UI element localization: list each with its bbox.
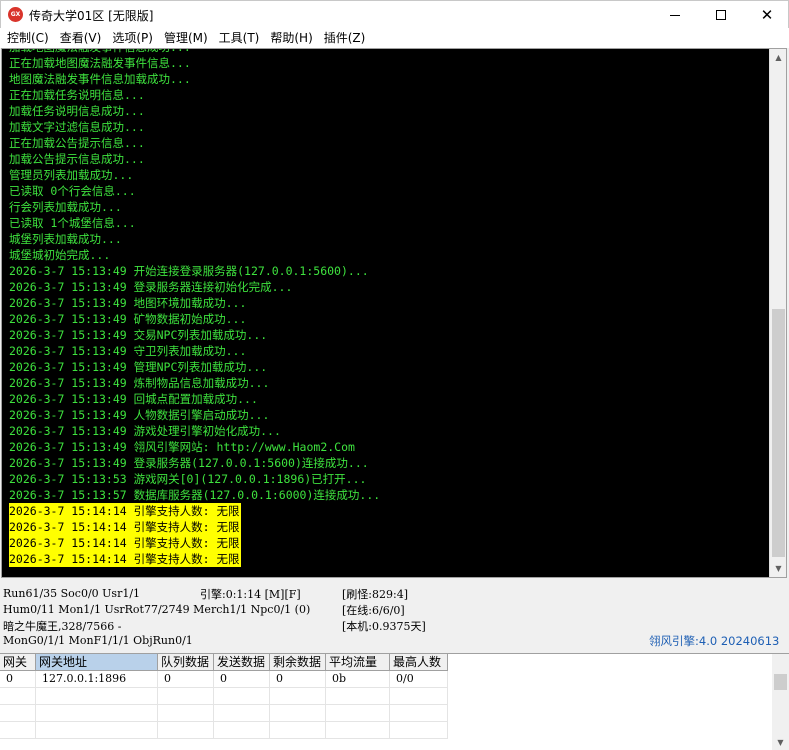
scroll-up-icon[interactable]: ▲ — [770, 49, 786, 66]
status-area: Run61/35 Soc0/0 Usr1/1 引擎:0:1:14 [M][F] … — [0, 580, 789, 652]
menu-help[interactable]: 帮助(H) — [265, 28, 317, 48]
console-line: 2026-3-7 15:13:49 回城点配置加载成功... — [9, 392, 258, 406]
menu-view[interactable]: 查看(V) — [55, 28, 107, 48]
console-line-highlighted: 2026-3-7 15:14:14 引擎支持人数: 无限 — [9, 519, 242, 535]
console-line: 2026-3-7 15:13:49 炼制物品信息加载成功... — [9, 376, 270, 390]
table-row-empty — [0, 722, 448, 739]
status-uptime: [本机:0.9375天] — [342, 620, 426, 633]
minimize-button[interactable] — [652, 1, 698, 29]
console-line: 地图魔法融发事件信息加载成功... — [9, 72, 191, 86]
app-icon[interactable]: GX — [8, 7, 23, 22]
console-line: 加载任务说明信息成功... — [9, 104, 145, 118]
console-line-highlighted: 2026-3-7 15:14:14 引擎支持人数: 无限 — [9, 503, 242, 519]
menu-control[interactable]: 控制(C) — [2, 28, 54, 48]
console-line: 2026-3-7 15:13:49 翎风引擎网站: http://www.Hao… — [9, 440, 355, 454]
console-line: 加载公告提示信息成功... — [9, 152, 145, 166]
console-line: 城堡列表加载成功... — [9, 232, 122, 246]
status-hum: Hum0/11 Mon1/1 UsrRot77/2749 Merch1/1 Np… — [3, 603, 311, 616]
scroll-thumb[interactable] — [772, 309, 785, 557]
title-bar: GX 传奇大学01区 [无限版] ✕ — [0, 0, 789, 28]
cell-avg-traffic: 0b — [326, 671, 390, 688]
console-line: 2026-3-7 15:13:49 开始连接登录服务器(127.0.0.1:56… — [9, 264, 369, 278]
table-row[interactable]: 0 127.0.0.1:1896 0 0 0 0b 0/0 — [0, 671, 448, 688]
console-line: 已读取 1个城堡信息... — [9, 216, 136, 230]
console-scrollbar[interactable]: ▲ ▼ — [769, 49, 786, 577]
console-line: 管理员列表加载成功... — [9, 168, 134, 182]
console-line: 2026-3-7 15:13:49 守卫列表加载成功... — [9, 344, 247, 358]
status-engine: 引擎:0:1:14 [M][F] — [200, 588, 301, 601]
console-line: 2026-3-7 15:13:49 游戏处理引擎初始化成功... — [9, 424, 281, 438]
maximize-button[interactable] — [698, 1, 744, 29]
console-line: 已读取 0个行会信息... — [9, 184, 136, 198]
engine-version: 翎风引擎:4.0 20240613 — [649, 634, 780, 648]
minimize-icon — [670, 14, 680, 16]
menu-plugins[interactable]: 插件(Z) — [319, 28, 371, 48]
cell-remaining-data: 0 — [270, 671, 326, 688]
scroll-down-icon[interactable]: ▼ — [770, 560, 786, 577]
console-line: 2026-3-7 15:13:53 游戏网关[0](127.0.0.1:1896… — [9, 472, 367, 486]
table-row-empty — [0, 688, 448, 705]
console-panel: 加载地图魔法融发事件信息成功...正在加载地图魔法融发事件信息...地图魔法融发… — [1, 48, 787, 578]
console-line: 2026-3-7 15:13:49 地图环境加载成功... — [9, 296, 247, 310]
col-remaining-data[interactable]: 剩余数据 — [270, 654, 326, 671]
col-avg-traffic[interactable]: 平均流量 — [326, 654, 390, 671]
table-row-empty — [0, 705, 448, 722]
console-line: 行会列表加载成功... — [9, 200, 122, 214]
console-line: 正在加载任务说明信息... — [9, 88, 145, 102]
cell-gateway: 0 — [0, 671, 36, 688]
console-line: 正在加载公告提示信息... — [9, 136, 145, 150]
cell-send-data: 0 — [214, 671, 270, 688]
grid-scrollbar[interactable]: ▼ — [772, 654, 789, 750]
console-line: 2026-3-7 15:13:49 人物数据引擎启动成功... — [9, 408, 270, 422]
menu-options[interactable]: 选项(P) — [107, 28, 158, 48]
col-gateway[interactable]: 网关 — [0, 654, 36, 671]
maximize-icon — [716, 10, 726, 20]
console-line: 2026-3-7 15:13:49 矿物数据初始成功... — [9, 312, 247, 326]
console-line-highlighted: 2026-3-7 15:14:14 引擎支持人数: 无限 — [9, 551, 242, 567]
close-button[interactable]: ✕ — [744, 1, 789, 29]
grid-scroll-thumb[interactable] — [774, 674, 787, 690]
window-title: 传奇大学01区 [无限版] — [29, 9, 154, 23]
col-gateway-address[interactable]: 网关地址 — [36, 654, 158, 671]
col-queue-data[interactable]: 队列数据 — [158, 654, 214, 671]
console-line: 2026-3-7 15:13:49 登录服务器连接初始化完成... — [9, 280, 293, 294]
menu-manage[interactable]: 管理(M) — [159, 28, 213, 48]
menu-bar: 控制(C) 查看(V) 选项(P) 管理(M) 工具(T) 帮助(H) 插件(Z… — [0, 28, 789, 48]
console-line: 城堡城初始完成... — [9, 248, 111, 262]
col-max-users[interactable]: 最高人数 — [390, 654, 448, 671]
console-line: 正在加载地图魔法融发事件信息... — [9, 56, 191, 70]
status-mon: MonG0/1/1 MonF1/1/1 ObjRun0/1 — [3, 634, 193, 647]
status-run: Run61/35 Soc0/0 Usr1/1 — [3, 587, 141, 600]
close-icon: ✕ — [760, 5, 774, 24]
col-send-data[interactable]: 发送数据 — [214, 654, 270, 671]
status-monster-refresh: [刷怪:829:4] — [342, 588, 408, 601]
cell-max-users: 0/0 — [390, 671, 448, 688]
console-line: 2026-3-7 15:13:49 交易NPC列表加载成功... — [9, 328, 268, 342]
console-line-highlighted: 2026-3-7 15:14:14 引擎支持人数: 无限 — [9, 535, 242, 551]
console-line: 2026-3-7 15:13:57 数据库服务器(127.0.0.1:6000)… — [9, 488, 381, 502]
status-online: [在线:6/6/0] — [342, 604, 405, 617]
menu-tools[interactable]: 工具(T) — [214, 28, 265, 48]
cell-queue-data: 0 — [158, 671, 214, 688]
console-line: 2026-3-7 15:13:49 登录服务器(127.0.0.1:5600)连… — [9, 456, 369, 470]
console-lines: 加载地图魔法融发事件信息成功...正在加载地图魔法融发事件信息...地图魔法融发… — [9, 49, 380, 567]
grid-header: 网关 网关地址 队列数据 发送数据 剩余数据 平均流量 最高人数 — [0, 654, 448, 671]
cell-gateway-address: 127.0.0.1:1896 — [36, 671, 158, 688]
gateway-grid: 网关 网关地址 队列数据 发送数据 剩余数据 平均流量 最高人数 0 127.0… — [0, 653, 789, 750]
status-boss: 暗之牛魔王,328/7566 - — [3, 620, 122, 633]
console-log[interactable]: 加载地图魔法融发事件信息成功...正在加载地图魔法融发事件信息...地图魔法融发… — [2, 49, 770, 577]
grid-scroll-down-icon[interactable]: ▼ — [772, 734, 789, 750]
console-line: 2026-3-7 15:13:49 管理NPC列表加载成功... — [9, 360, 268, 374]
console-line: 加载文字过滤信息成功... — [9, 120, 145, 134]
